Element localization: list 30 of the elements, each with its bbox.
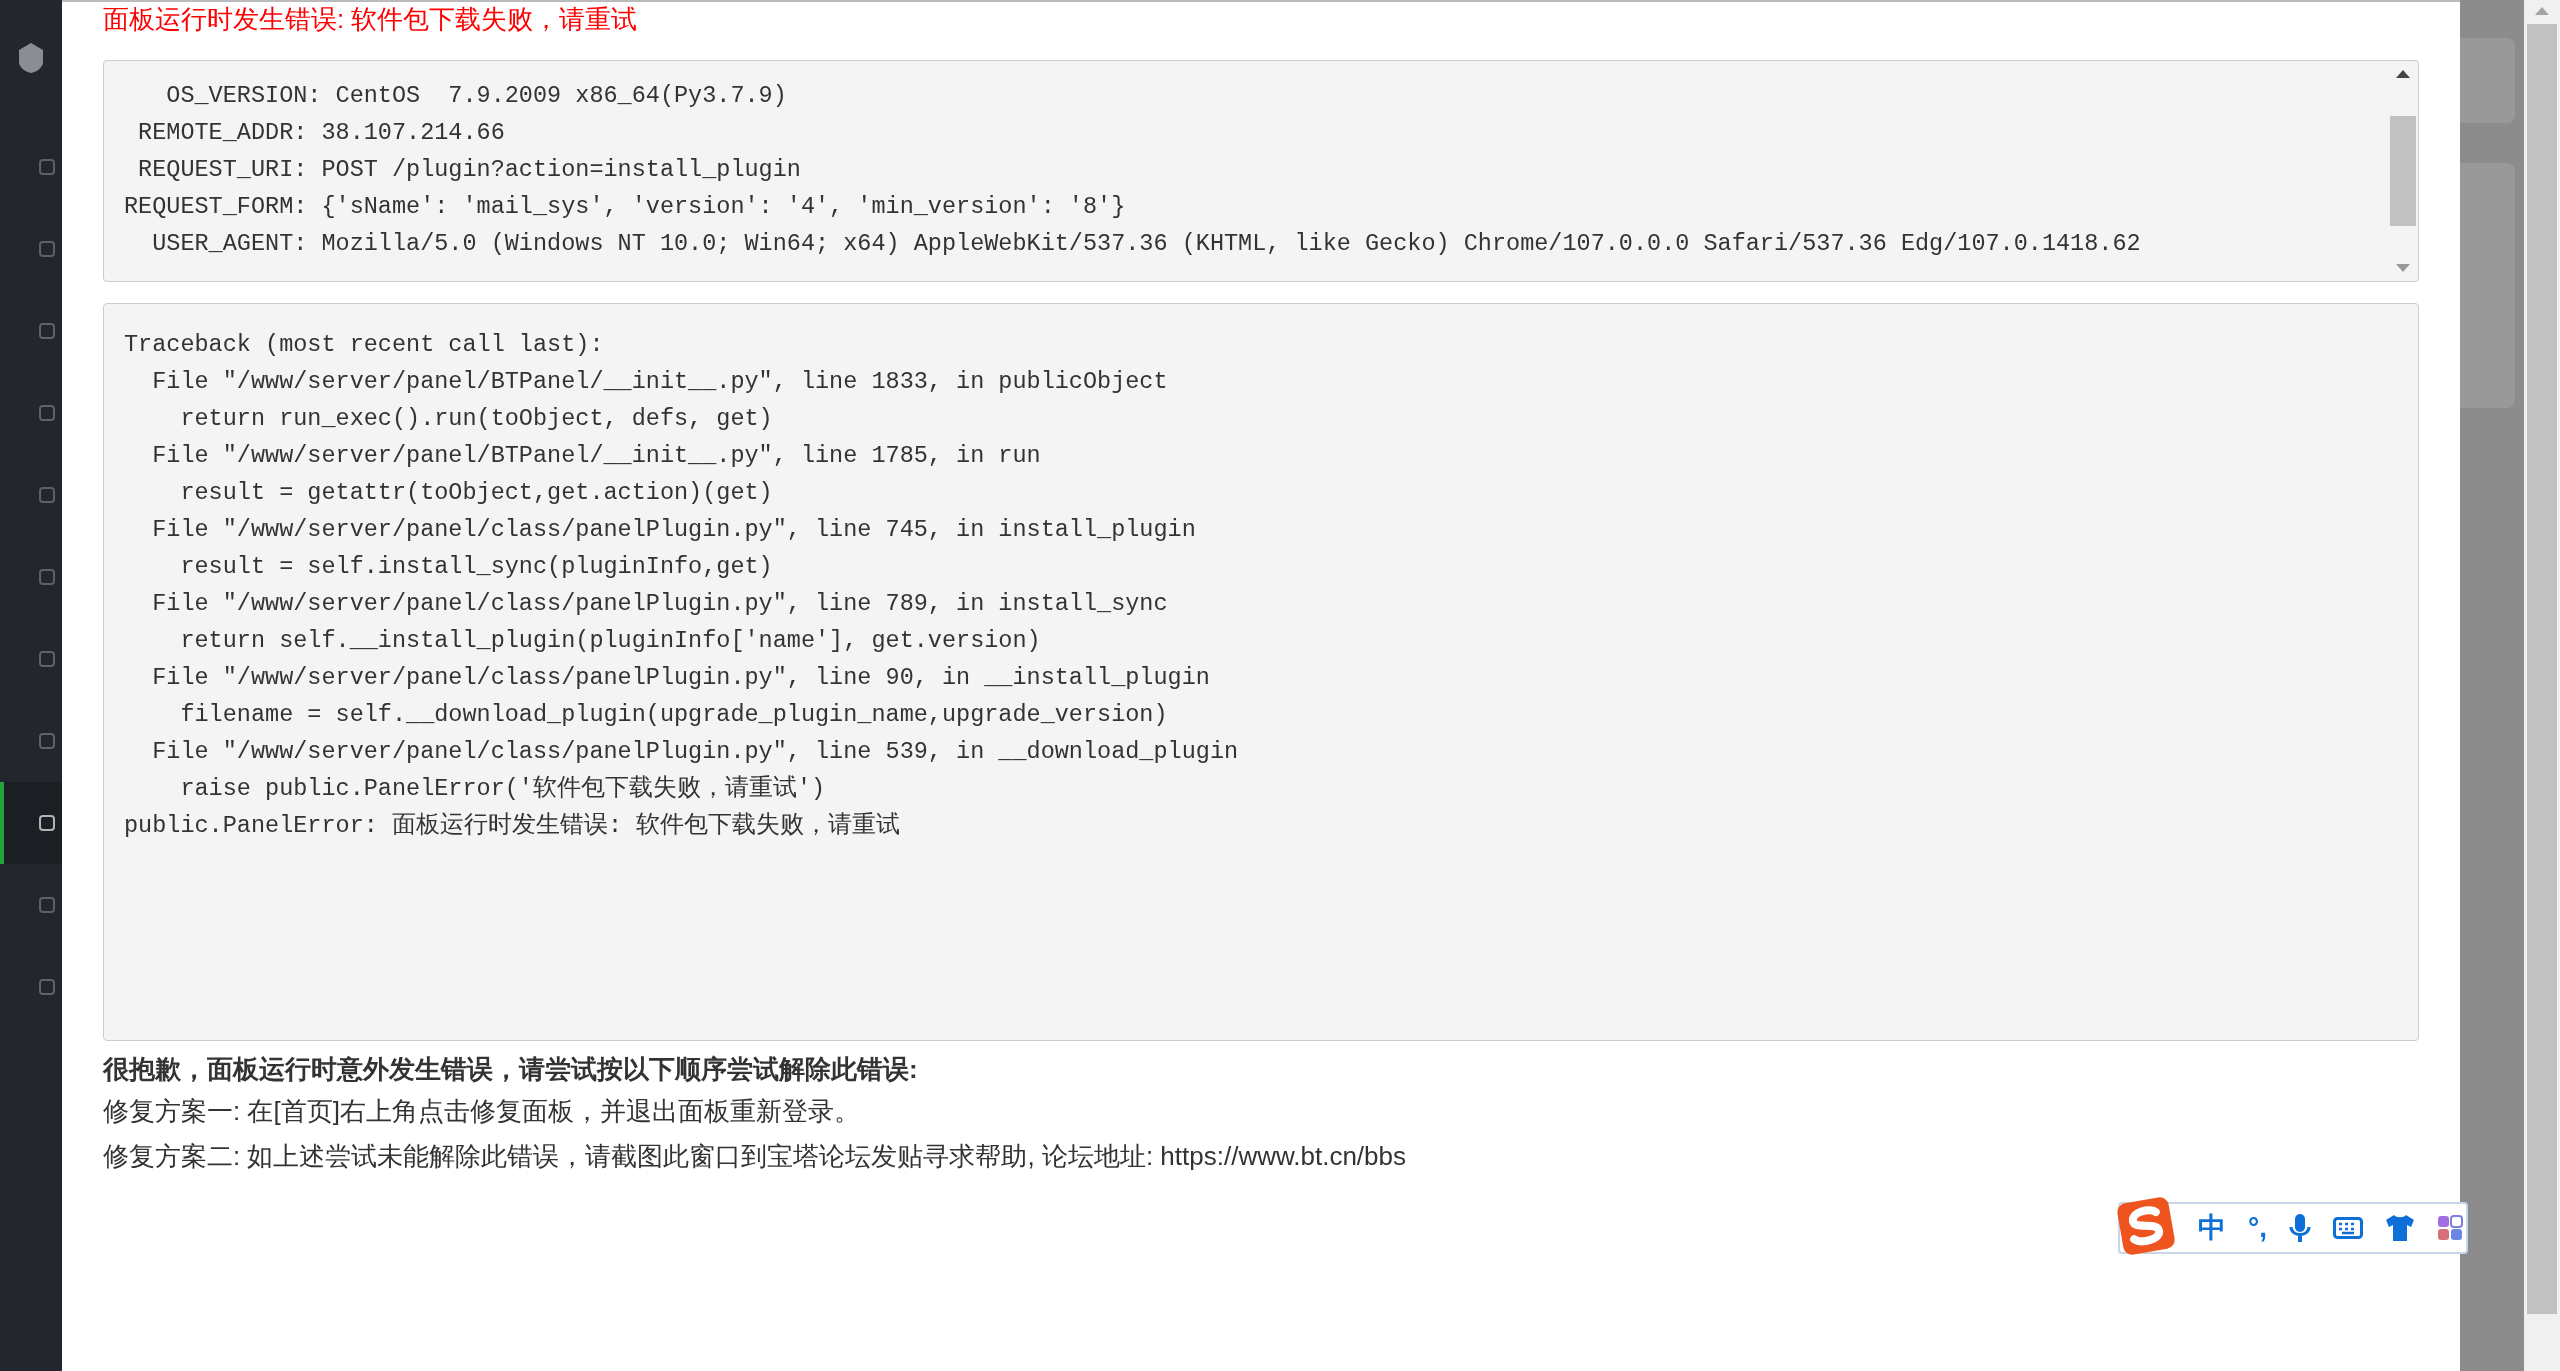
logo-icon [16, 40, 46, 74]
scroll-thumb[interactable] [2527, 24, 2557, 1314]
page-scrollbar[interactable] [2524, 0, 2560, 1371]
sidebar-item[interactable] [0, 782, 62, 864]
menu-icon [38, 568, 56, 586]
scroll-up-icon[interactable] [2395, 69, 2411, 79]
menu-icon [38, 322, 56, 340]
help-step: 修复方案二: 如上述尝试未能解除此错误，请截图此窗口到宝塔论坛发贴寻求帮助, 论坛地址: https://www.bt.cn/bbs [103, 1134, 2419, 1179]
shirt-icon[interactable] [2385, 1214, 2415, 1242]
help-step: 修复方案一: 在[首页]右上角点击修复面板，并退出面板重新登录。 [103, 1089, 2419, 1134]
error-title: 面板运行时发生错误: 软件包下载失败，请重试 [103, 3, 639, 36]
menu-icon [38, 486, 56, 504]
punctuation-label[interactable]: °, [2248, 1207, 2267, 1249]
request-info-text: OS_VERSION: CentOS 7.9.2009 x86_64(Py3.7.9) REMOTE_ADDR: 38.107.214.66 REQUEST_URI: POST /plugin?action=install_plugin REQUEST_FORM: {'sName': 'mail_sys', 'version': '4', 'min_version': '8'} USER_AGENT: Mozilla/5.0 (Windows NT 10.0; Win64; x64) AppleWebKit/537.36 (KHTML, like Gecko) Chrome/107.0.0.0 Safari/537.36 Edg/107.0.1418.62 [123, 81, 2142, 259]
apps-icon[interactable] [2437, 1215, 2463, 1241]
traceback-text: Traceback (most recent call last): File "/www/server/panel/BTPanel/__init__.py", line 1833, in publicObject return run_exec().run(toObject, defs, get) File "/www/server/panel/BTPanel/__init__.py", line 1785, in run result = getattr(toObject,get.action)(get) File "/www/server/panel/class/panelPlugin.py", line 745, in install_plugin result = self.install_sync(pluginInfo,get) File "/www/server/panel/class/panelPlugin.py", line 789, in install_sync return self.__install_plugin(pluginInfo['name'], get.version) File "/www/server/panel/class/panelPlugin.py", line 90, in __install_plugin filename = self.__download_plugin(upgrade_plugin_name,upgrade_version) File "/www/server/panel/class/panelPlugin.py", line 539, in __download_plugin raise public.PanelError('软件包下载失败，请重试') public.PanelError: 面板运行时发生错误: 软件包下载失败，请重试 [123, 330, 1240, 841]
scroll-down-icon[interactable] [2395, 263, 2411, 273]
menu-icon [38, 732, 56, 750]
microphone-icon[interactable] [2289, 1213, 2311, 1243]
menu-icon [38, 814, 56, 832]
menu-icon [38, 650, 56, 668]
help-heading: 很抱歉，面板运行时意外发生错误，请尝试按以下顺序尝试解除此错误: [103, 1053, 919, 1086]
menu-icon [38, 404, 56, 422]
menu-icon [38, 896, 56, 914]
keyboard-icon[interactable] [2333, 1217, 2363, 1239]
scroll-thumb[interactable] [2390, 116, 2416, 226]
menu-icon [38, 978, 56, 996]
menu-icon [38, 240, 56, 258]
input-mode-label[interactable]: 中 [2198, 1207, 2226, 1249]
menu-icon [38, 158, 56, 176]
